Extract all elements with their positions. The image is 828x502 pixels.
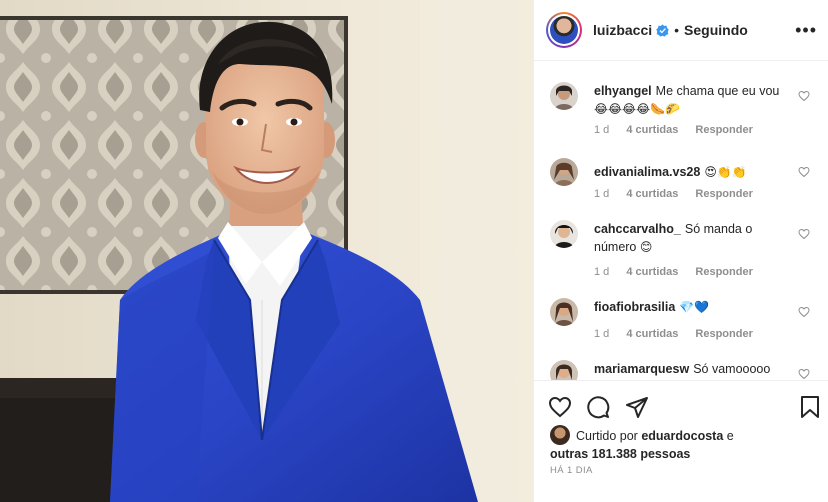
bookmark-icon[interactable] <box>799 395 821 419</box>
liked-suffix: e <box>726 429 734 443</box>
post-timestamp[interactable]: HÁ 1 DIA <box>550 465 593 476</box>
heart-icon[interactable] <box>548 395 572 419</box>
comments-list[interactable]: elhyangel Me chama que eu vou 😂😂😂😂🌭🌮 1 d … <box>534 62 828 380</box>
comment-meta: 1 d 4 curtidas Responder <box>594 328 767 340</box>
reply-button[interactable]: Responder <box>695 328 752 340</box>
post-photo-illustration <box>0 0 533 502</box>
commenter-avatar[interactable] <box>550 360 578 380</box>
post-view: luizbacci • Seguindo ••• elhyangel Me cha… <box>0 0 828 502</box>
reply-button[interactable]: Responder <box>695 124 752 136</box>
post-actions: Curtido por eduardocosta e outras 181.38… <box>534 380 828 502</box>
comment-meta: 1 d 4 curtidas Responder <box>594 266 767 278</box>
commenter-avatar[interactable] <box>550 298 578 326</box>
comment-username[interactable]: elhyangel <box>594 84 652 98</box>
comment-age[interactable]: 1 d <box>594 328 609 340</box>
likes-count[interactable]: outras 181.388 pessoas <box>550 447 690 461</box>
commenter-avatar[interactable] <box>550 220 578 248</box>
comment-username[interactable]: mariamarquesw <box>594 362 689 376</box>
verified-badge-icon <box>656 23 669 37</box>
comment-username[interactable]: edivanialima.vs28 <box>594 165 700 179</box>
liked-prefix: Curtido por <box>576 429 638 443</box>
comment-heart-icon[interactable] <box>798 166 810 178</box>
comment-heart-icon[interactable] <box>798 306 810 318</box>
post-sidebar: luizbacci • Seguindo ••• elhyangel Me cha… <box>533 0 828 502</box>
comment-heart-icon[interactable] <box>798 368 810 380</box>
commenter-avatar[interactable] <box>550 158 578 186</box>
comment-meta: 1 d 4 curtidas Responder <box>594 124 767 136</box>
post-header: luizbacci • Seguindo ••• <box>534 0 828 61</box>
author-username[interactable]: luizbacci <box>593 22 652 38</box>
comment-emoji: 😍👏👏 <box>704 165 747 179</box>
comment-heart-icon[interactable] <box>798 90 810 102</box>
comment-heart-icon[interactable] <box>798 228 810 240</box>
comment-meta: 1 d 4 curtidas Responder <box>594 188 767 200</box>
following-button[interactable]: Seguindo <box>684 22 748 38</box>
comment-likes[interactable]: 4 curtidas <box>626 124 678 136</box>
share-icon[interactable] <box>625 395 649 419</box>
more-options-icon[interactable]: ••• <box>795 21 817 39</box>
reply-button[interactable]: Responder <box>695 188 752 200</box>
header-separator: • <box>674 22 680 38</box>
comment-emoji: 😊 <box>639 240 653 254</box>
comment-likes[interactable]: 4 curtidas <box>626 188 678 200</box>
comment-text: Me chama que eu vou <box>655 84 780 98</box>
reply-button[interactable]: Responder <box>695 266 752 278</box>
liker-username[interactable]: eduardocosta <box>641 429 723 443</box>
comment-likes[interactable]: 4 curtidas <box>626 328 678 340</box>
comment-age[interactable]: 1 d <box>594 266 609 278</box>
comment-age[interactable]: 1 d <box>594 188 609 200</box>
post-photo[interactable] <box>0 0 533 502</box>
liked-by: Curtido por eduardocosta e outras 181.38… <box>550 425 734 463</box>
comment-text: Só vamooooo <box>693 362 771 376</box>
comment-username[interactable]: fioafiobrasilia <box>594 300 675 314</box>
author-avatar-image <box>550 16 578 44</box>
comment-icon[interactable] <box>586 395 610 419</box>
comment-emoji: 😂😂😂😂🌭🌮 <box>594 102 680 116</box>
liker-avatar[interactable] <box>550 425 570 445</box>
author-avatar[interactable] <box>546 12 582 48</box>
comment-likes[interactable]: 4 curtidas <box>626 266 678 278</box>
comment-age[interactable]: 1 d <box>594 124 609 136</box>
comment-username[interactable]: cahccarvalho_ <box>594 222 681 236</box>
commenter-avatar[interactable] <box>550 82 578 110</box>
comment-emoji: 💎💙 <box>679 300 710 314</box>
